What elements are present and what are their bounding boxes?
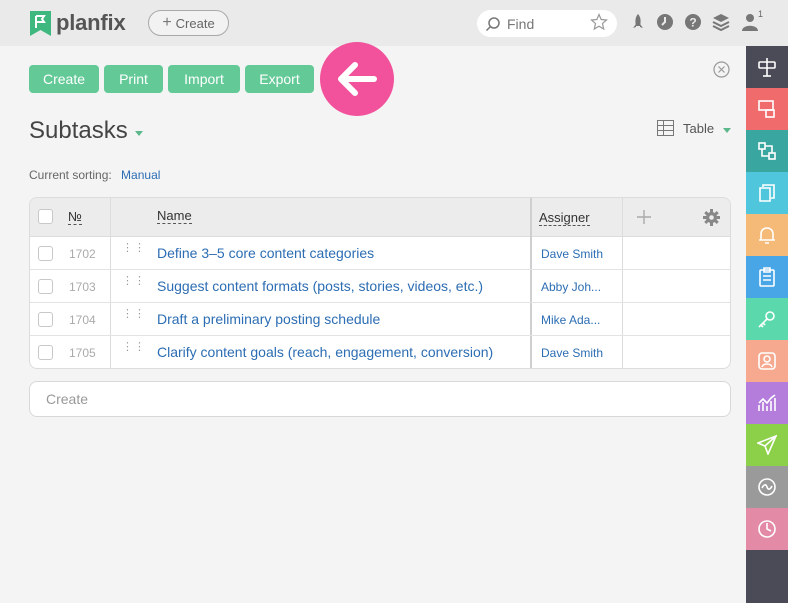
sidebar-item-notifications[interactable]: [746, 214, 788, 256]
process-icon: [758, 142, 776, 160]
select-all-checkbox[interactable]: [38, 209, 53, 224]
search-placeholder: Find: [507, 15, 535, 32]
column-header-name[interactable]: Name: [157, 208, 192, 224]
drag-handle-icon[interactable]: ⋮⋮: [122, 276, 146, 287]
table-row[interactable]: 1702 ⋮⋮ Define 3–5 core content categori…: [30, 237, 730, 270]
tasks-icon: [758, 100, 775, 118]
export-button[interactable]: Export: [245, 65, 314, 93]
star-icon[interactable]: [590, 13, 608, 31]
row-number: 1702: [69, 247, 96, 261]
chevron-down-icon: [134, 130, 143, 136]
user-icon[interactable]: [741, 13, 759, 31]
close-icon[interactable]: [713, 61, 730, 78]
create-button[interactable]: Create: [29, 65, 99, 93]
notification-count: 1: [758, 9, 764, 19]
sidebar-item-activity[interactable]: [746, 466, 788, 508]
logo-text: planfix: [56, 10, 126, 35]
drag-handle-icon[interactable]: ⋮⋮: [122, 243, 146, 254]
sidebar-item-sign[interactable]: [746, 46, 788, 88]
timer-icon[interactable]: [656, 13, 674, 31]
page-title-text: Subtasks: [29, 117, 128, 144]
documents-icon: [759, 184, 775, 202]
assigner-link[interactable]: Abby Joh...: [541, 280, 601, 294]
assigner-link[interactable]: Dave Smith: [541, 247, 603, 261]
assigner-link[interactable]: Mike Ada...: [541, 313, 600, 327]
clipboard-icon: [759, 267, 775, 287]
row-number: 1704: [69, 313, 96, 327]
row-checkbox[interactable]: [38, 345, 53, 360]
sidebar-item-process[interactable]: [746, 130, 788, 172]
top-create-label: Create: [175, 15, 215, 31]
highlight-arrow: [320, 42, 394, 116]
sign-icon: [758, 58, 776, 77]
page-title[interactable]: Subtasks: [29, 117, 143, 145]
top-bar: planfix + Create Find ? 1: [0, 0, 788, 46]
sidebar-item-send[interactable]: [746, 424, 788, 466]
drag-handle-icon[interactable]: ⋮⋮: [122, 342, 146, 353]
import-button[interactable]: Import: [168, 65, 240, 93]
activity-icon: [758, 478, 776, 496]
assigner-link[interactable]: Dave Smith: [541, 346, 603, 360]
create-subtask-input[interactable]: Create: [29, 381, 731, 417]
table-header: № Name Assigner: [30, 198, 730, 237]
top-create-button[interactable]: + Create: [148, 10, 229, 36]
svg-text:?: ?: [689, 16, 696, 30]
column-header-assigner[interactable]: Assigner: [539, 210, 590, 226]
sidebar-item-time[interactable]: [746, 508, 788, 550]
task-name-link[interactable]: Clarify content goals (reach, engagement…: [157, 344, 493, 360]
sidebar-item-analytics[interactable]: [746, 382, 788, 424]
view-chevron-icon: [723, 127, 732, 133]
bell-icon: [759, 227, 775, 244]
search-input[interactable]: Find: [477, 10, 617, 37]
row-number: 1705: [69, 346, 96, 360]
sidebar-item-contacts[interactable]: [746, 340, 788, 382]
layers-icon[interactable]: [712, 13, 730, 31]
task-name-link[interactable]: Define 3–5 core content categories: [157, 245, 374, 261]
table-icon: [657, 120, 674, 136]
drag-handle-icon[interactable]: ⋮⋮: [122, 309, 146, 320]
task-name-link[interactable]: Draft a preliminary posting schedule: [157, 311, 380, 327]
sidebar-item-documents[interactable]: [746, 172, 788, 214]
table-row[interactable]: 1703 ⋮⋮ Suggest content formats (posts, …: [30, 270, 730, 303]
logo[interactable]: planfix: [30, 10, 126, 36]
plus-icon: +: [162, 13, 172, 31]
row-checkbox[interactable]: [38, 246, 53, 261]
planfix-logo-icon: [30, 10, 51, 36]
subtasks-table: № Name Assigner 1702 ⋮⋮ Define 3–5 core …: [29, 197, 731, 369]
help-icon[interactable]: ?: [684, 13, 702, 31]
view-selector[interactable]: Table: [657, 120, 732, 136]
settings-icon[interactable]: [703, 209, 720, 226]
clock-icon: [758, 520, 776, 538]
search-icon: [485, 16, 500, 31]
send-icon: [757, 435, 777, 455]
key-icon: [758, 311, 775, 328]
add-column-icon[interactable]: [637, 210, 651, 224]
row-checkbox[interactable]: [38, 279, 53, 294]
sorting-label: Current sorting:: [29, 168, 112, 182]
right-sidebar: [746, 46, 788, 603]
arrow-left-icon: [338, 62, 377, 96]
analytics-icon: [758, 394, 776, 411]
view-label: Table: [683, 120, 715, 136]
row-checkbox[interactable]: [38, 312, 53, 327]
table-row[interactable]: 1704 ⋮⋮ Draft a preliminary posting sche…: [30, 303, 730, 336]
sidebar-item-checklists[interactable]: [746, 256, 788, 298]
sidebar-item-tasks[interactable]: [746, 88, 788, 130]
row-number: 1703: [69, 280, 96, 294]
print-button[interactable]: Print: [104, 65, 163, 93]
task-name-link[interactable]: Suggest content formats (posts, stories,…: [157, 278, 483, 294]
sidebar-item-access[interactable]: [746, 298, 788, 340]
column-header-number[interactable]: №: [68, 209, 82, 225]
create-subtask-placeholder: Create: [46, 391, 89, 407]
table-row[interactable]: 1705 ⋮⋮ Clarify content goals (reach, en…: [30, 336, 730, 368]
rocket-icon[interactable]: [629, 13, 647, 31]
contacts-icon: [758, 352, 776, 370]
sorting-link[interactable]: Manual: [121, 168, 160, 182]
sorting-info: Current sorting: Manual: [29, 168, 160, 182]
